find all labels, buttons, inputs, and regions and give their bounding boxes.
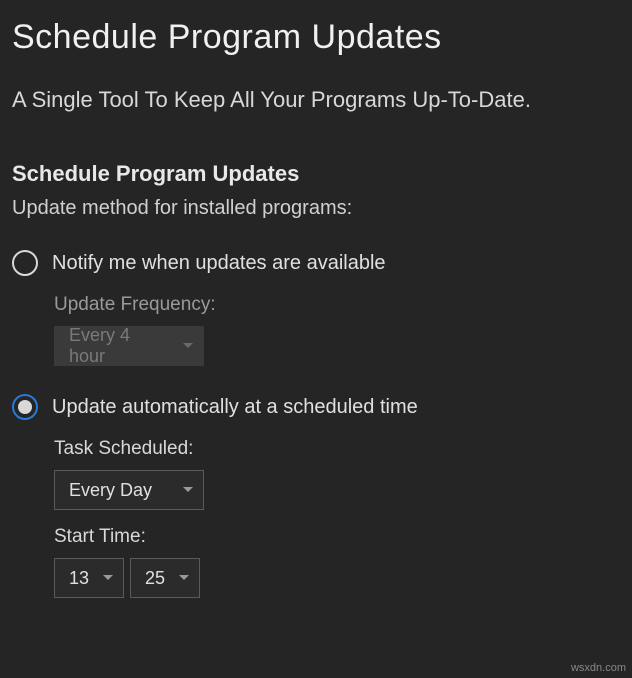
start-minute-value: 25 bbox=[145, 568, 165, 589]
chevron-down-icon bbox=[103, 575, 113, 581]
radio-notify-label: Notify me when updates are available bbox=[52, 252, 386, 275]
radio-notify[interactable]: Notify me when updates are available bbox=[12, 250, 620, 276]
chevron-down-icon bbox=[183, 343, 193, 349]
chevron-down-icon bbox=[179, 575, 189, 581]
radio-icon bbox=[12, 250, 38, 276]
frequency-label: Update Frequency: bbox=[54, 294, 620, 316]
radio-auto-label: Update automatically at a scheduled time bbox=[52, 396, 418, 419]
task-scheduled-label: Task Scheduled: bbox=[54, 438, 620, 460]
page-title: Schedule Program Updates bbox=[12, 18, 620, 57]
chevron-down-icon bbox=[183, 487, 193, 493]
radio-auto[interactable]: Update automatically at a scheduled time bbox=[12, 394, 620, 420]
section-subheading: Update method for installed programs: bbox=[12, 197, 620, 220]
frequency-select: Every 4 hour bbox=[54, 326, 204, 366]
frequency-value: Every 4 hour bbox=[69, 325, 169, 367]
start-minute-select[interactable]: 25 bbox=[130, 558, 200, 598]
start-time-label: Start Time: bbox=[54, 526, 620, 548]
section-heading: Schedule Program Updates bbox=[12, 161, 620, 187]
task-scheduled-select[interactable]: Every Day bbox=[54, 470, 204, 510]
page-subtitle: A Single Tool To Keep All Your Programs … bbox=[12, 87, 620, 113]
start-hour-select[interactable]: 13 bbox=[54, 558, 124, 598]
task-scheduled-value: Every Day bbox=[69, 480, 152, 501]
radio-icon bbox=[12, 394, 38, 420]
watermark: wsxdn.com bbox=[571, 662, 626, 674]
start-hour-value: 13 bbox=[69, 568, 89, 589]
